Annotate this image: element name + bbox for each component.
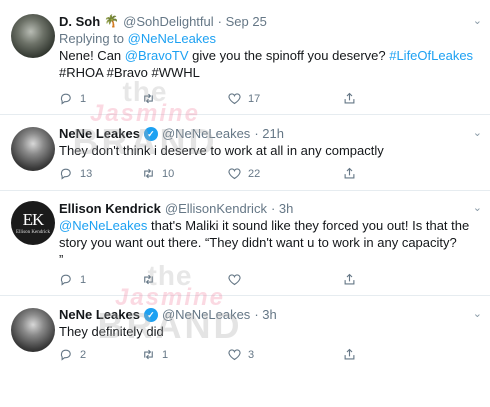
reply-count: 1 <box>80 92 87 105</box>
tweet-time[interactable]: · 21h <box>254 125 284 142</box>
like-button[interactable]: 17 <box>227 91 260 106</box>
tweet-text: Nene! Can @BravoTV give you the spinoff … <box>59 47 480 64</box>
heart-icon <box>228 274 241 286</box>
mention-link[interactable]: @NeNeLeakes <box>59 218 147 233</box>
tweet-actions: 1 17 <box>59 91 459 107</box>
tweet-2[interactable]: NeNe Leakes ✓ @NeNeLeakes · 21h They don… <box>0 115 490 190</box>
retweet-icon <box>144 349 153 360</box>
hashtag-link[interactable]: #LifeOfLeakes <box>389 48 473 63</box>
verified-badge-icon: ✓ <box>143 126 158 141</box>
like-button[interactable]: 22 <box>227 166 260 181</box>
like-count: 3 <box>248 348 255 361</box>
like-button[interactable]: 3 <box>227 347 254 362</box>
retweet-button[interactable] <box>141 272 162 287</box>
reply-count: 1 <box>80 273 87 286</box>
display-name[interactable]: Ellison Kendrick <box>59 200 161 217</box>
display-name[interactable]: D. Soh <box>59 13 100 30</box>
share-button[interactable] <box>342 166 357 181</box>
tweet-header: D. Soh 🌴 @SohDelightful · Sep 25 <box>59 13 480 30</box>
share-icon <box>344 167 355 179</box>
reply-count: 2 <box>80 348 87 361</box>
heart-icon <box>228 349 241 361</box>
reply-button[interactable]: 2 <box>59 347 86 362</box>
reply-icon <box>60 168 71 180</box>
tweet-text: They don't think i deserve to work at al… <box>59 143 384 158</box>
tweet-time[interactable]: · Sep 25 <box>218 13 267 30</box>
reply-button[interactable]: 1 <box>59 91 86 106</box>
user-handle[interactable]: @EllisonKendrick <box>165 200 267 217</box>
verified-badge-icon: ✓ <box>143 307 158 322</box>
tweet-text-line: ” <box>59 252 64 267</box>
tweet-3[interactable]: EK Ellison Kendrick Ellison Kendrick @El… <box>0 191 490 295</box>
retweet-icon <box>144 274 153 285</box>
tweet-time[interactable]: · 3h <box>271 200 293 217</box>
display-name[interactable]: NeNe Leakes <box>59 125 140 142</box>
user-handle[interactable]: @NeNeLeakes <box>162 125 250 142</box>
chevron-down-icon[interactable]: ⌄ <box>473 307 482 320</box>
tweet-actions: 2 1 3 <box>59 347 459 363</box>
reply-icon <box>60 349 71 361</box>
tweet-header: Ellison Kendrick @EllisonKendrick · 3h <box>59 200 480 217</box>
retweet-button[interactable]: 10 <box>141 166 174 181</box>
reply-count: 13 <box>80 167 93 180</box>
tweet-header: NeNe Leakes ✓ @NeNeLeakes · 3h <box>59 306 480 323</box>
user-avatar[interactable] <box>11 127 55 171</box>
tweet-4[interactable]: NeNe Leakes ✓ @NeNeLeakes · 3h They defi… <box>0 296 490 376</box>
reply-icon <box>60 274 71 286</box>
replying-label: Replying to <box>59 31 125 46</box>
like-button[interactable] <box>227 272 248 287</box>
retweet-icon <box>144 93 153 104</box>
like-count: 17 <box>248 92 261 105</box>
share-button[interactable] <box>342 91 357 106</box>
text-segment: Nene! Can <box>59 48 125 63</box>
text-segment: that's Maliki it sound like they forced … <box>147 218 470 233</box>
text-segment: give you the spinoff you deserve? <box>188 48 390 63</box>
display-name[interactable]: NeNe Leakes <box>59 306 140 323</box>
retweet-count: 10 <box>162 167 175 180</box>
tweet-time[interactable]: · 3h <box>254 306 276 323</box>
share-icon <box>344 273 355 285</box>
hashtag-line[interactable]: #RHOA #Bravo #WWHL <box>59 64 480 81</box>
tweet-actions: 13 10 22 <box>59 166 459 182</box>
tweet-actions: 1 <box>59 272 459 288</box>
user-avatar[interactable] <box>11 14 55 58</box>
heart-icon <box>228 168 241 180</box>
retweet-count: 1 <box>162 348 169 361</box>
user-avatar[interactable]: EK Ellison Kendrick <box>11 201 55 245</box>
reply-icon <box>60 93 71 105</box>
retweet-button[interactable] <box>141 91 162 106</box>
share-button[interactable] <box>342 347 357 362</box>
chevron-down-icon[interactable]: ⌄ <box>473 14 482 27</box>
user-avatar[interactable] <box>11 308 55 352</box>
ek-logo-subtext: Ellison Kendrick <box>15 229 51 235</box>
tweet-text-line: story you want out there. “They didn't w… <box>59 235 457 250</box>
ek-logo-mark: EK <box>22 209 45 229</box>
tweet-text: @NeNeLeakes that's Maliki it sound like … <box>59 217 480 234</box>
retweet-button[interactable]: 1 <box>141 347 168 362</box>
share-icon <box>344 348 355 360</box>
share-icon <box>344 92 355 104</box>
like-count: 22 <box>248 167 261 180</box>
tweet-1[interactable]: D. Soh 🌴 @SohDelightful · Sep 25 Replyin… <box>0 0 490 114</box>
heart-icon <box>228 93 241 105</box>
user-handle[interactable]: @SohDelightful <box>123 13 214 30</box>
tweet-header: NeNe Leakes ✓ @NeNeLeakes · 21h <box>59 125 480 142</box>
share-button[interactable] <box>342 272 357 287</box>
replying-handle-link[interactable]: @NeNeLeakes <box>128 31 216 46</box>
user-handle[interactable]: @NeNeLeakes <box>162 306 250 323</box>
reply-button[interactable]: 13 <box>59 166 92 181</box>
chevron-down-icon[interactable]: ⌄ <box>473 201 482 214</box>
chevron-down-icon[interactable]: ⌄ <box>473 126 482 139</box>
replying-to: Replying to @NeNeLeakes <box>59 30 480 47</box>
mention-link[interactable]: @BravoTV <box>125 48 189 63</box>
tweet-text: They definitely did <box>59 324 164 339</box>
reply-button[interactable]: 1 <box>59 272 86 287</box>
palm-tree-emoji: 🌴 <box>104 14 120 28</box>
retweet-icon <box>144 168 153 179</box>
